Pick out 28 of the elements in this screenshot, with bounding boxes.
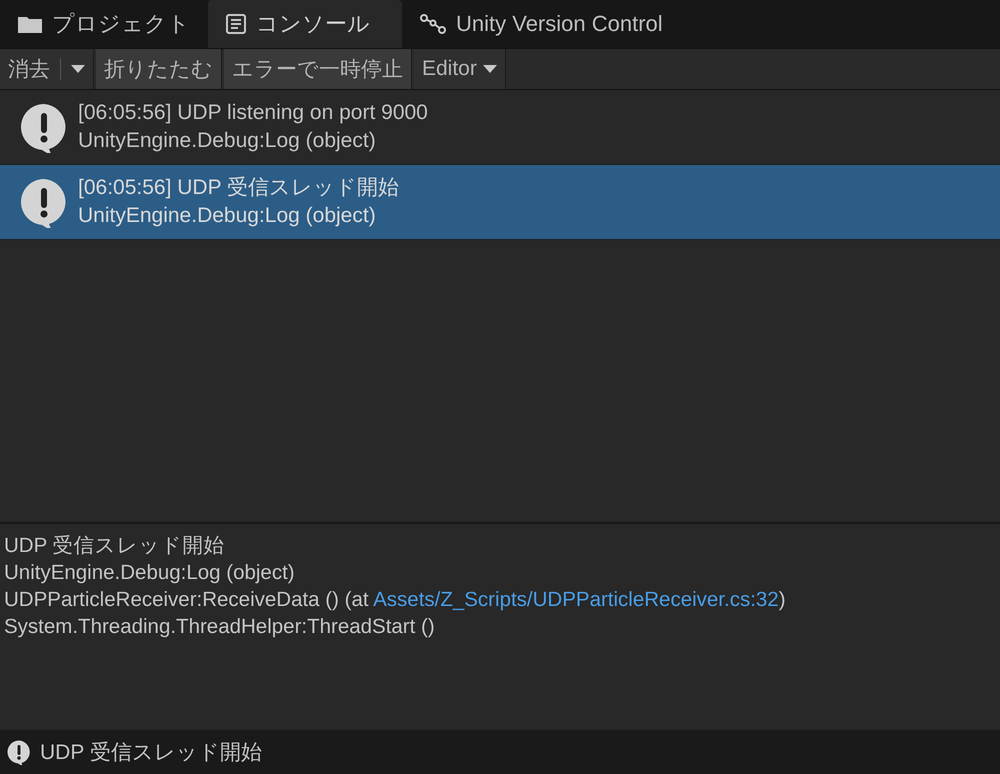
log-message: [06:05:56] UDP listening on port 9000 bbox=[78, 100, 428, 126]
folder-icon bbox=[18, 15, 42, 33]
tab[interactable]: コンソール bbox=[208, 0, 402, 48]
script-link[interactable]: Assets/Z_Scripts/UDPParticleReceiver.cs:32 bbox=[373, 588, 779, 611]
clear-split-button[interactable]: 消去 bbox=[0, 49, 94, 89]
tab[interactable]: Unity Version Control bbox=[402, 0, 681, 48]
log-message: [06:05:56] UDP 受信スレッド開始 bbox=[78, 175, 400, 201]
caret-icon bbox=[482, 65, 497, 73]
dropdown-button[interactable]: Editor bbox=[414, 49, 506, 89]
toggle-button[interactable]: エラーで一時停止 bbox=[224, 49, 412, 89]
stack-trace-line: UDP 受信スレッド開始 bbox=[4, 533, 226, 559]
tab[interactable]: プロジェクト bbox=[0, 0, 208, 48]
stack-trace-line-end: ) bbox=[778, 588, 786, 611]
tab-label: プロジェクト bbox=[52, 10, 190, 38]
status-message: UDP 受信スレッド開始 bbox=[40, 740, 262, 766]
log-source: UnityEngine.Debug:Log (object) bbox=[78, 128, 377, 154]
stack-trace-line: System.Threading.ThreadHelper:ThreadStart () bbox=[4, 614, 436, 640]
console-list-icon bbox=[226, 14, 246, 34]
tab-label: Unity Version Control bbox=[456, 11, 663, 37]
warning-bubble-icon bbox=[6, 739, 32, 765]
log-entry[interactable]: [06:05:56] UDP 受信スレッド開始 UnityEngine.Debug:Log (object) bbox=[0, 165, 1000, 240]
stack-trace-line: UnityEngine.Debug:Log (object) bbox=[4, 560, 296, 586]
caret-icon bbox=[71, 65, 85, 73]
toggle-button[interactable]: 折りたたむ bbox=[96, 49, 222, 89]
branch-nodes-icon bbox=[420, 14, 446, 34]
log-source: UnityEngine.Debug:Log (object) bbox=[78, 203, 377, 229]
stack-trace-line: UDPParticleReceiver:ReceiveData () (at bbox=[4, 588, 370, 611]
tab-label: コンソール bbox=[256, 10, 370, 38]
